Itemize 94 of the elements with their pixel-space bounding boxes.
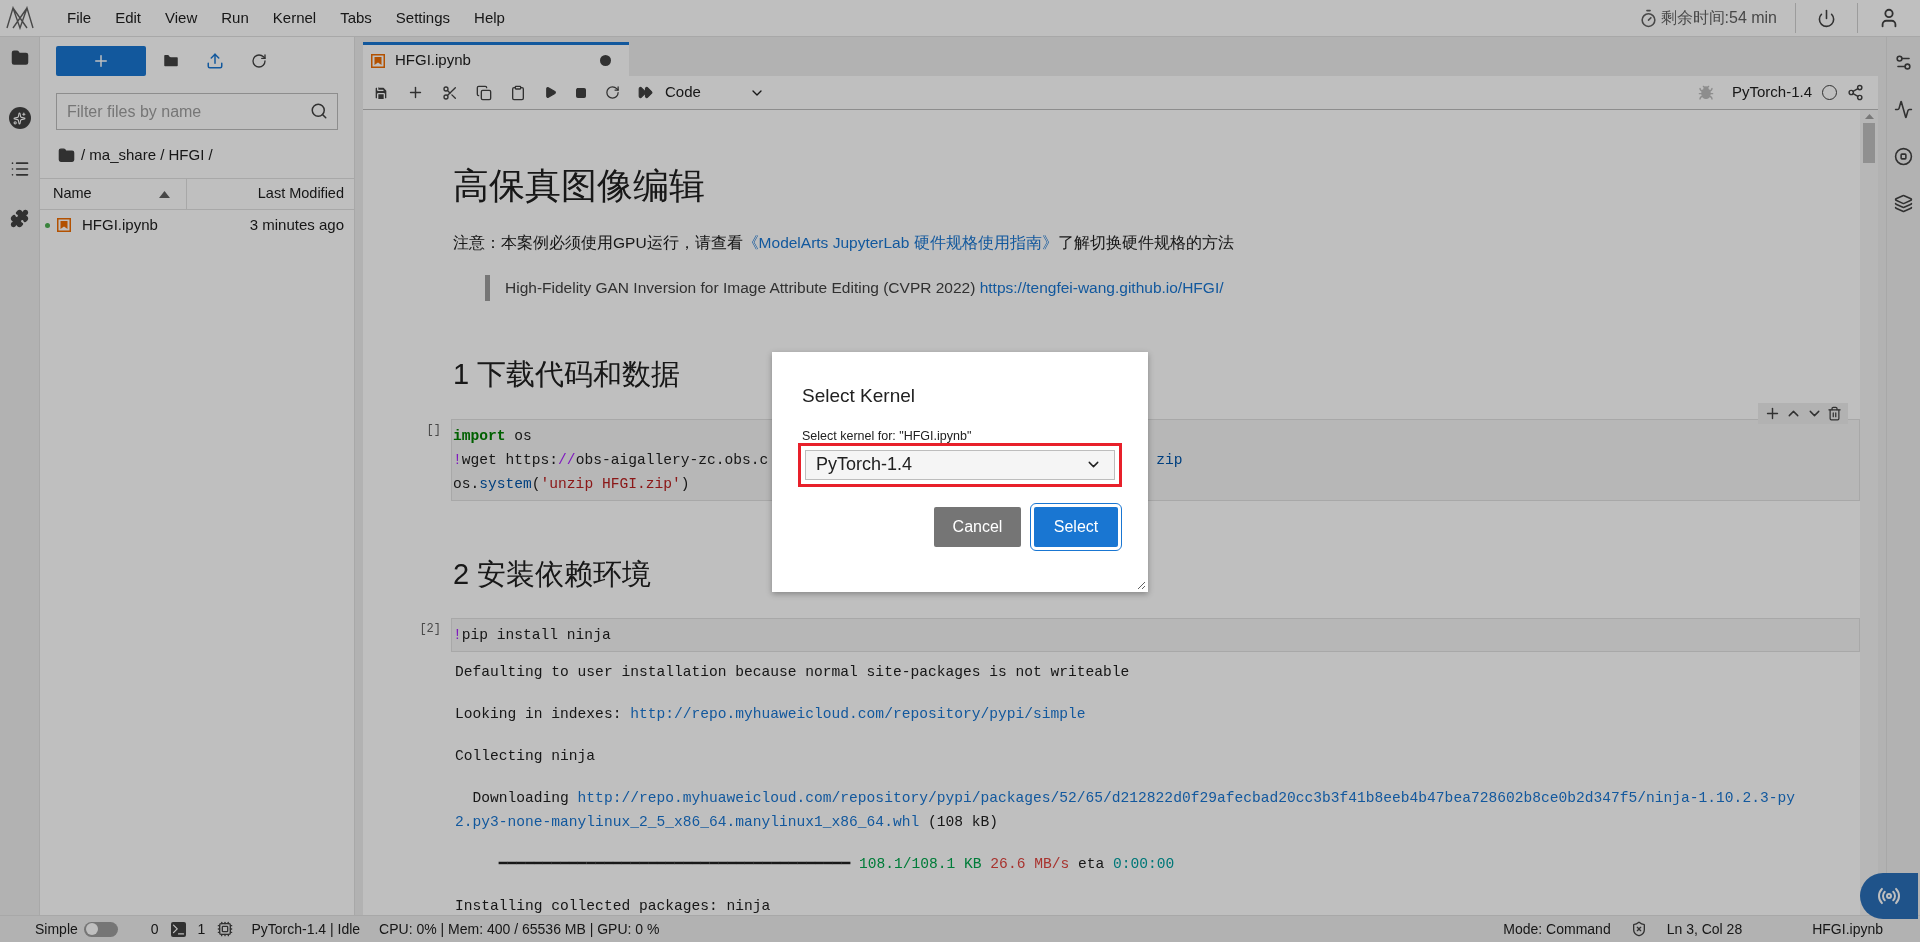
insert-cell-icon[interactable]	[407, 84, 424, 101]
copy-icon[interactable]	[476, 84, 492, 101]
code-line: !pip install ninja	[453, 626, 611, 646]
cell-prompt: [2]	[418, 621, 442, 639]
cell-type-dropdown[interactable]: Code	[665, 81, 765, 104]
app-logo[interactable]	[5, 6, 35, 30]
kernel-icon[interactable]	[217, 921, 234, 937]
link[interactable]: https://tengfei-wang.github.io/HFGI/	[979, 279, 1224, 297]
power-icon[interactable]	[1817, 8, 1836, 28]
stop-icon[interactable]	[1894, 147, 1913, 166]
shield-icon[interactable]	[1630, 921, 1647, 937]
running-icon[interactable]	[8, 107, 31, 129]
section-heading: 2 安装依赖环境	[453, 556, 652, 592]
plus-icon	[92, 52, 110, 70]
search-icon	[310, 102, 328, 120]
menu-item[interactable]: View	[153, 6, 210, 30]
cut-icon[interactable]	[442, 84, 458, 101]
modified-time: 3 minutes ago	[249, 214, 344, 235]
file-row[interactable]: HFGI.ipynb 3 minutes ago	[40, 211, 354, 239]
simple-toggle[interactable]	[83, 921, 118, 937]
restart-icon[interactable]	[605, 85, 620, 100]
stop-icon[interactable]	[575, 86, 587, 99]
cell-prompt: []	[425, 421, 442, 439]
new-folder-icon[interactable]	[162, 52, 180, 70]
simple-label: Simple	[35, 919, 78, 939]
dialog-title: Select Kernel	[802, 384, 916, 408]
code-cell[interactable]: !pip install ninja	[451, 618, 1860, 653]
output-line: 2.py3-none-manylinux_2_5_x86_64.manylinux1_x86_64.whl (108 kB)	[455, 813, 998, 833]
file-name: HFGI.ipynb	[1812, 919, 1883, 939]
terminal-icon[interactable]	[170, 921, 186, 937]
menu-item[interactable]: Run	[209, 6, 261, 30]
scrollbar[interactable]	[1860, 110, 1878, 915]
kernel-name[interactable]: PyTorch-1.4	[1731, 81, 1812, 104]
code-line: zip	[1156, 450, 1183, 470]
notebook-tab[interactable]: HFGI.ipynb	[363, 42, 629, 76]
folder-icon[interactable]	[58, 146, 75, 164]
menu-item[interactable]: Help	[462, 6, 517, 30]
extension-icon[interactable]	[10, 209, 29, 228]
output-line: Defaulting to user installation because normal site-packages is not writeable	[455, 663, 1130, 683]
settings-icon[interactable]	[1894, 53, 1913, 72]
kernel-select[interactable]: PyTorch-1.4	[805, 449, 1115, 480]
menu-item[interactable]: Settings	[383, 6, 463, 30]
menu-item[interactable]: Edit	[103, 6, 154, 30]
layers-icon[interactable]	[1894, 194, 1913, 213]
timer-icon	[1638, 8, 1658, 28]
kernel-status[interactable]: PyTorch-1.4 | Idle	[251, 918, 361, 940]
notebook-icon	[371, 53, 385, 68]
code-line: !wget https://obs-aigallery-zc.obs.c	[453, 450, 769, 470]
output-line: Installing collected packages: ninja	[455, 897, 771, 915]
section-heading: 1 下载代码和数据	[453, 357, 681, 393]
cursor-position: Ln 3, Col 28	[1666, 919, 1743, 939]
code-line: import os	[453, 426, 532, 446]
menu-item[interactable]: Kernel	[260, 6, 329, 30]
share-icon[interactable]	[1847, 84, 1864, 101]
broadcast-button[interactable]	[1860, 873, 1918, 919]
column-header[interactable]: Last Modified	[187, 183, 354, 205]
quote-bar	[485, 275, 490, 302]
column-header[interactable]: Name	[53, 183, 92, 205]
terminal-count: 0	[150, 919, 159, 939]
cancel-button[interactable]: Cancel	[934, 506, 1021, 547]
folder-icon[interactable]	[10, 49, 29, 67]
editor-mode: Mode: Command	[1503, 919, 1611, 939]
kernel-count: 1	[197, 919, 206, 939]
file-name: HFGI.ipynb	[82, 214, 158, 235]
notebook-icon	[57, 218, 71, 232]
run-all-icon[interactable]	[638, 85, 653, 100]
toc-icon[interactable]	[9, 159, 30, 179]
menu-item[interactable]: Tabs	[328, 6, 384, 30]
output-line: ━━━━━━━━━━━━━━━━━━━━━━━━━━━━━━━━━━━━━━━━ 108.1/108.1 KB 26.6 MB/s eta 0:00:00	[497, 855, 1175, 875]
breadcrumb[interactable]: / ma_share / HFGI /	[81, 143, 213, 167]
dialog-label: Select kernel for: "HFGI.ipynb"	[802, 428, 973, 443]
resource-usage: CPU: 0% | Mem: 400 / 65536 MB | GPU: 0 %	[379, 919, 660, 939]
tab-title: HFGI.ipynb	[395, 50, 471, 71]
filter-field[interactable]: Filter files by name	[56, 93, 338, 130]
delete-icon[interactable]	[1827, 405, 1842, 421]
monitor-icon[interactable]	[1894, 100, 1913, 119]
refresh-icon[interactable]	[251, 53, 267, 69]
notebook-heading: 高保真图像编辑	[453, 164, 705, 208]
paste-icon[interactable]	[510, 84, 526, 101]
output-line: Looking in indexes: http://repo.myhuaweicloud.com/repository/pypi/simple	[455, 705, 1086, 725]
code-line: os.system('unzip HFGI.zip')	[453, 474, 690, 494]
sort-icon	[159, 190, 170, 198]
output-line: Downloading http://repo.myhuaweicloud.com/repository/pypi/packages/52/65/d212822d0f29afecbad20cc3b3f41b8eeb4b47bea728602b8ce0b2d347f5/ninja-1.10.2.3-py	[471, 789, 1795, 809]
save-icon[interactable]	[373, 84, 389, 101]
note-text: 注意：本案例必须使用GPU运行，请查看《ModelArts JupyterLab 硬件规格使用指南》了解切换硬件规格的方法	[453, 233, 1234, 253]
resize-grip-icon[interactable]	[1137, 581, 1146, 590]
quote-text: High-Fidelity GAN Inversion for Image Attribute Editing (CVPR 2022) https://tengfei-wang.github.io/HFGI/	[505, 278, 1224, 299]
run-icon[interactable]	[544, 86, 557, 99]
remaining-time: 剩余时间:54 min	[1660, 8, 1777, 28]
output-line: Collecting ninja	[455, 747, 596, 767]
upload-icon[interactable]	[206, 52, 224, 70]
scroll-thumb[interactable]	[1863, 123, 1875, 163]
menu-item[interactable]: File	[55, 6, 104, 30]
link[interactable]: 《ModelArts JupyterLab 硬件规格使用指南》	[742, 234, 1058, 251]
